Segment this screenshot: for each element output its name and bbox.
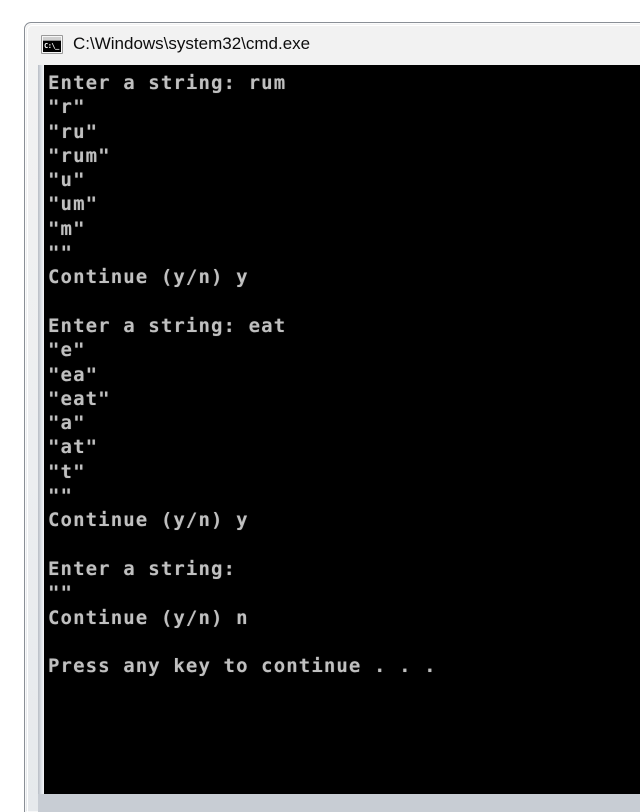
console-line: Continue (y/n) y (48, 509, 249, 532)
console-line: "u" (48, 169, 86, 192)
console-line: "t" (48, 460, 86, 483)
console-client-area: Enter a string: rum "r" "ru" "rum" "u" "um" "m… (38, 65, 640, 812)
console-line: "" (48, 582, 74, 605)
window-title: C:\Windows\system32\cmd.exe (73, 34, 311, 53)
cmd-icon: C:\_ (41, 34, 63, 54)
console-line: "m" (48, 217, 86, 240)
console-line: "ru" (48, 120, 99, 143)
console-line: "at" (48, 436, 99, 459)
console-line: Enter a string: rum (48, 72, 287, 94)
console-output: Enter a string: rum "r" "ru" "rum" "u" "um" "m… (44, 65, 640, 678)
cmd-icon-glyph: C:\_ (43, 40, 61, 52)
console-line: "" (48, 242, 74, 265)
title-bar[interactable]: C:\_ C:\Windows\system32\cmd.exe (25, 23, 640, 65)
console-line: "rum" (48, 144, 111, 167)
console-line: Enter a string: (48, 557, 237, 580)
console-line: "e" (48, 339, 86, 362)
console-line: "ea" (48, 363, 99, 386)
console-screen[interactable]: Enter a string: rum "r" "ru" "rum" "u" "um" "m… (44, 65, 640, 794)
console-line: "a" (48, 412, 86, 435)
console-line: "um" (48, 193, 99, 216)
console-line: Press any key to continue . . . (48, 655, 437, 678)
console-line: Enter a string: eat (48, 314, 287, 337)
console-window[interactable]: C:\_ C:\Windows\system32\cmd.exe Enter a… (24, 22, 640, 812)
console-line: Continue (y/n) n (48, 606, 249, 629)
console-line: "eat" (48, 387, 111, 410)
console-line: Continue (y/n) y (48, 266, 249, 289)
console-line: "r" (48, 96, 86, 119)
console-line: "" (48, 485, 74, 508)
